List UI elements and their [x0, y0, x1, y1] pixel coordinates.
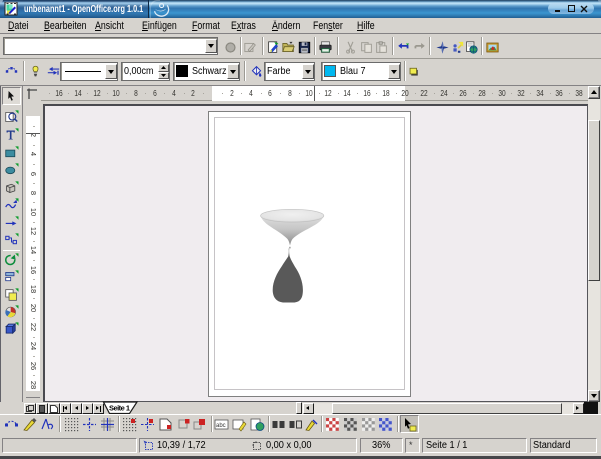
svg-text:abc: abc	[216, 423, 226, 429]
svg-text:Seite 1: Seite 1	[109, 404, 130, 413]
